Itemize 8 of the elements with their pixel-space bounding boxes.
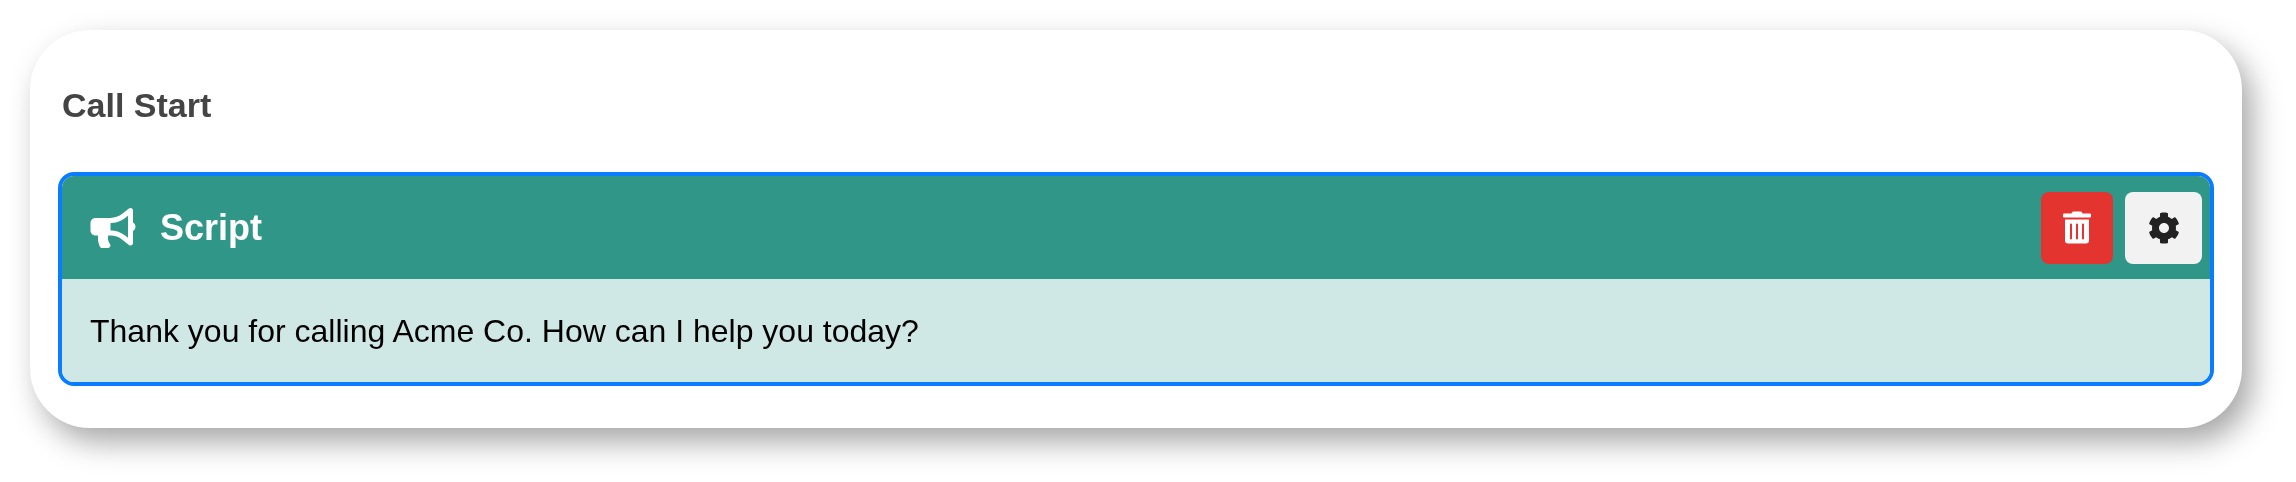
- delete-button[interactable]: [2041, 191, 2113, 264]
- section-title: Call Start: [62, 88, 213, 122]
- block-title: Script: [160, 205, 263, 250]
- trash-icon: [2063, 211, 2091, 244]
- settings-button[interactable]: [2125, 191, 2202, 264]
- settings-icon: [2147, 211, 2180, 244]
- megaphone-icon: [90, 207, 136, 248]
- script-text: Thank you for calling Acme Co. How can I help you today?: [90, 311, 919, 351]
